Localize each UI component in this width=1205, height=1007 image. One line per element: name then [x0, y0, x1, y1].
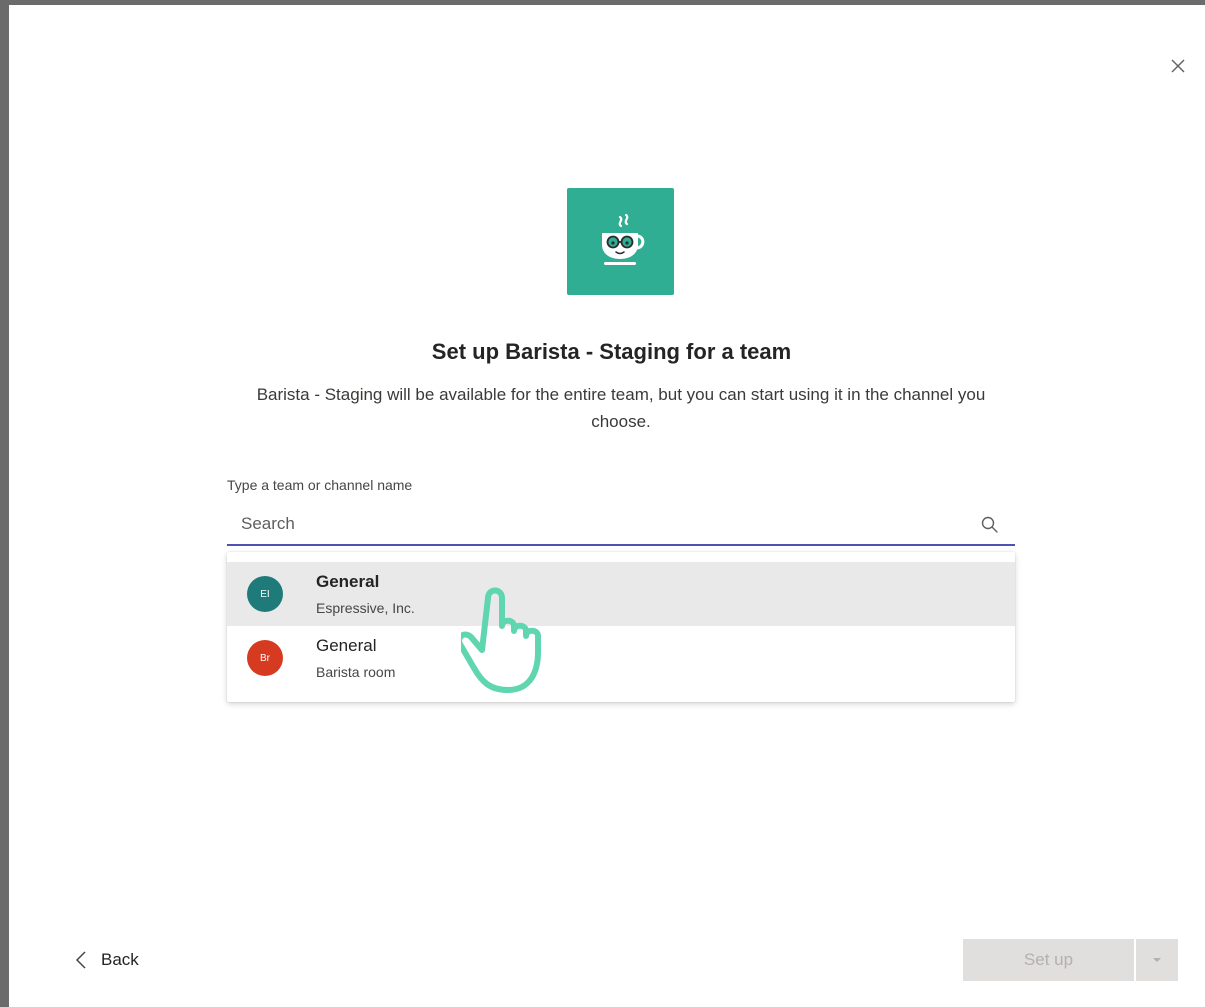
dialog-description: Barista - Staging will be available for …	[256, 385, 986, 431]
chevron-left-icon	[75, 951, 86, 969]
chevron-down-icon	[1153, 958, 1161, 962]
result-team-name: Barista room	[316, 664, 396, 680]
result-channel-name: General	[316, 636, 377, 655]
set-up-button[interactable]: Set up	[963, 939, 1134, 981]
search-box	[227, 505, 1015, 546]
back-label: Back	[101, 950, 139, 969]
avatar: Br	[247, 640, 283, 676]
search-icon[interactable]	[980, 515, 1000, 535]
app-logo	[567, 188, 674, 295]
setup-dialog: Set up Barista - Staging for a team Bari…	[0, 0, 1205, 1007]
set-up-options-button[interactable]	[1136, 939, 1178, 981]
search-field-label: Type a team or channel name	[227, 477, 413, 493]
back-button[interactable]: Back	[75, 945, 139, 975]
result-item-espressive-general[interactable]: EI General Espressive, Inc.	[227, 562, 1015, 626]
result-team-name: Espressive, Inc.	[316, 600, 415, 616]
search-results-dropdown: EI General Espressive, Inc. Br General B…	[227, 552, 1015, 702]
setup-button-group: Set up	[963, 939, 1178, 981]
search-input[interactable]	[241, 505, 961, 543]
dialog-title: Set up Barista - Staging for a team	[431, 339, 792, 364]
result-item-barista-room-general[interactable]: Br General Barista room	[227, 626, 1015, 690]
coffee-cup-glasses-icon	[601, 213, 644, 265]
close-icon[interactable]	[1168, 56, 1188, 76]
avatar: EI	[247, 576, 283, 612]
result-channel-name: General	[316, 572, 380, 591]
